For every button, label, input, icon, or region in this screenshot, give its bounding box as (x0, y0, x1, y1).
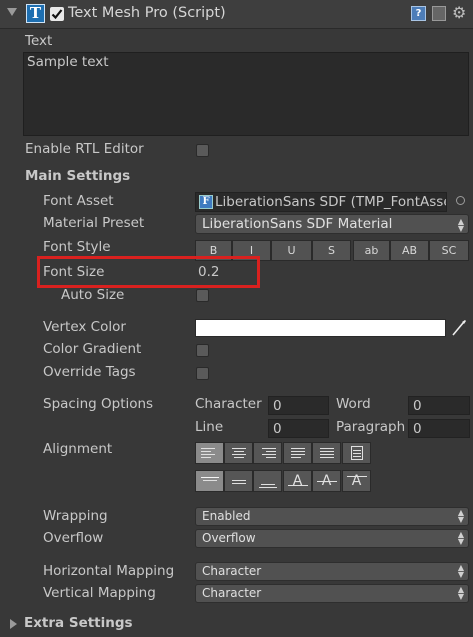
font-asset-value: LiberationSans SDF (TMP_FontAsset) (215, 194, 447, 210)
color-gradient-label: Color Gradient (43, 341, 142, 357)
eyedropper-icon[interactable] (451, 319, 467, 341)
align-flush-icon[interactable] (312, 442, 341, 464)
dropdown-arrows-icon: ▲ ▼ (457, 217, 464, 233)
spacing-options-label: Spacing Options (43, 396, 154, 412)
alignment-label: Alignment (43, 441, 113, 457)
font-style-label: Font Style (43, 239, 111, 255)
align-left-icon[interactable] (195, 442, 224, 464)
align-center-icon[interactable] (224, 442, 253, 464)
paragraph-spacing-input[interactable]: 0 (408, 419, 470, 438)
align-right-icon[interactable] (253, 442, 282, 464)
wrapping-value: Enabled (202, 509, 251, 523)
overflow-value: Overflow (202, 531, 256, 545)
align-middle-icon[interactable] (224, 470, 253, 492)
material-preset-dropdown[interactable]: LiberationSans SDF Material ▲ ▼ (195, 214, 469, 234)
material-preset-value: LiberationSans SDF Material (202, 216, 393, 232)
vertex-color-swatch[interactable] (195, 319, 446, 337)
word-spacing-input[interactable]: 0 (408, 396, 470, 415)
object-picker-icon[interactable] (456, 196, 465, 205)
align-top-icon[interactable] (195, 470, 224, 492)
font-size-highlight-box (37, 256, 260, 288)
font-style-strikethrough-button[interactable]: S (312, 240, 351, 261)
vertical-mapping-label: Vertical Mapping (43, 585, 156, 601)
rtl-label: Enable RTL Editor (25, 141, 144, 157)
line-spacing-input[interactable]: 0 (268, 419, 329, 438)
align-baseline-icon[interactable]: A (283, 470, 312, 492)
text-input-value: Sample text (27, 54, 109, 70)
align-midline-icon[interactable]: A (312, 470, 341, 492)
overflow-label: Overflow (43, 530, 104, 546)
override-tags-checkbox[interactable] (196, 367, 209, 380)
text-label: Text (25, 33, 53, 49)
override-tags-label: Override Tags (43, 364, 136, 380)
tmp-script-icon: T (26, 4, 45, 23)
font-asset-field[interactable]: F LiberationSans SDF (TMP_FontAsset) (195, 192, 447, 212)
font-asset-icon: F (199, 195, 213, 209)
horizontal-mapping-dropdown[interactable]: Character ▲ ▼ (195, 562, 469, 581)
overflow-dropdown[interactable]: Overflow ▲ ▼ (195, 529, 469, 548)
vertex-color-label: Vertex Color (43, 319, 126, 335)
main-settings-heading: Main Settings (25, 168, 131, 184)
align-geometry-center-icon[interactable] (342, 442, 371, 464)
extra-settings-heading[interactable]: Extra Settings (24, 615, 133, 631)
align-capline-icon[interactable]: A (342, 470, 371, 492)
text-input-area[interactable]: Sample text (23, 52, 469, 136)
dropdown-arrows-icon: ▲ ▼ (457, 508, 464, 524)
dropdown-arrows-icon: ▲ ▼ (457, 530, 464, 546)
wrapping-label: Wrapping (43, 508, 108, 524)
font-style-underline-button[interactable]: U (271, 240, 312, 261)
dropdown-arrows-icon: ▲ ▼ (457, 585, 464, 601)
extra-settings-foldout-icon[interactable] (10, 619, 17, 629)
character-spacing-label: Character (195, 396, 262, 412)
line-spacing-label: Line (195, 419, 224, 435)
font-style-smallcaps-button[interactable]: SC (429, 240, 469, 261)
character-spacing-input[interactable]: 0 (268, 396, 329, 415)
checkmark-icon (51, 9, 63, 20)
settings-gear-icon[interactable]: ⚙ (452, 5, 466, 21)
dropdown-arrows-icon: ▲ ▼ (457, 563, 464, 579)
font-asset-label: Font Asset (43, 193, 114, 209)
vertical-mapping-value: Character (202, 586, 262, 600)
preset-icon[interactable] (432, 6, 446, 21)
material-preset-label: Material Preset (43, 215, 145, 231)
component-enabled-checkbox[interactable] (50, 7, 64, 21)
wrapping-dropdown[interactable]: Enabled ▲ ▼ (195, 507, 469, 526)
rtl-checkbox[interactable] (196, 144, 209, 157)
auto-size-checkbox[interactable] (196, 289, 209, 302)
word-spacing-label: Word (336, 396, 371, 412)
align-bottom-icon[interactable] (253, 470, 282, 492)
align-justified-icon[interactable] (283, 442, 312, 464)
help-icon[interactable]: ? (411, 6, 426, 21)
horizontal-mapping-value: Character (202, 564, 262, 578)
font-style-uppercase-button[interactable]: AB (390, 240, 429, 261)
horizontal-mapping-label: Horizontal Mapping (43, 563, 175, 579)
vertical-mapping-dropdown[interactable]: Character ▲ ▼ (195, 584, 469, 603)
paragraph-spacing-label: Paragraph (336, 419, 406, 435)
foldout-arrow-icon[interactable] (7, 8, 17, 16)
color-gradient-checkbox[interactable] (196, 344, 209, 357)
component-title: Text Mesh Pro (Script) (68, 5, 226, 21)
font-style-lowercase-button[interactable]: ab (353, 240, 390, 261)
auto-size-label: Auto Size (61, 287, 125, 303)
